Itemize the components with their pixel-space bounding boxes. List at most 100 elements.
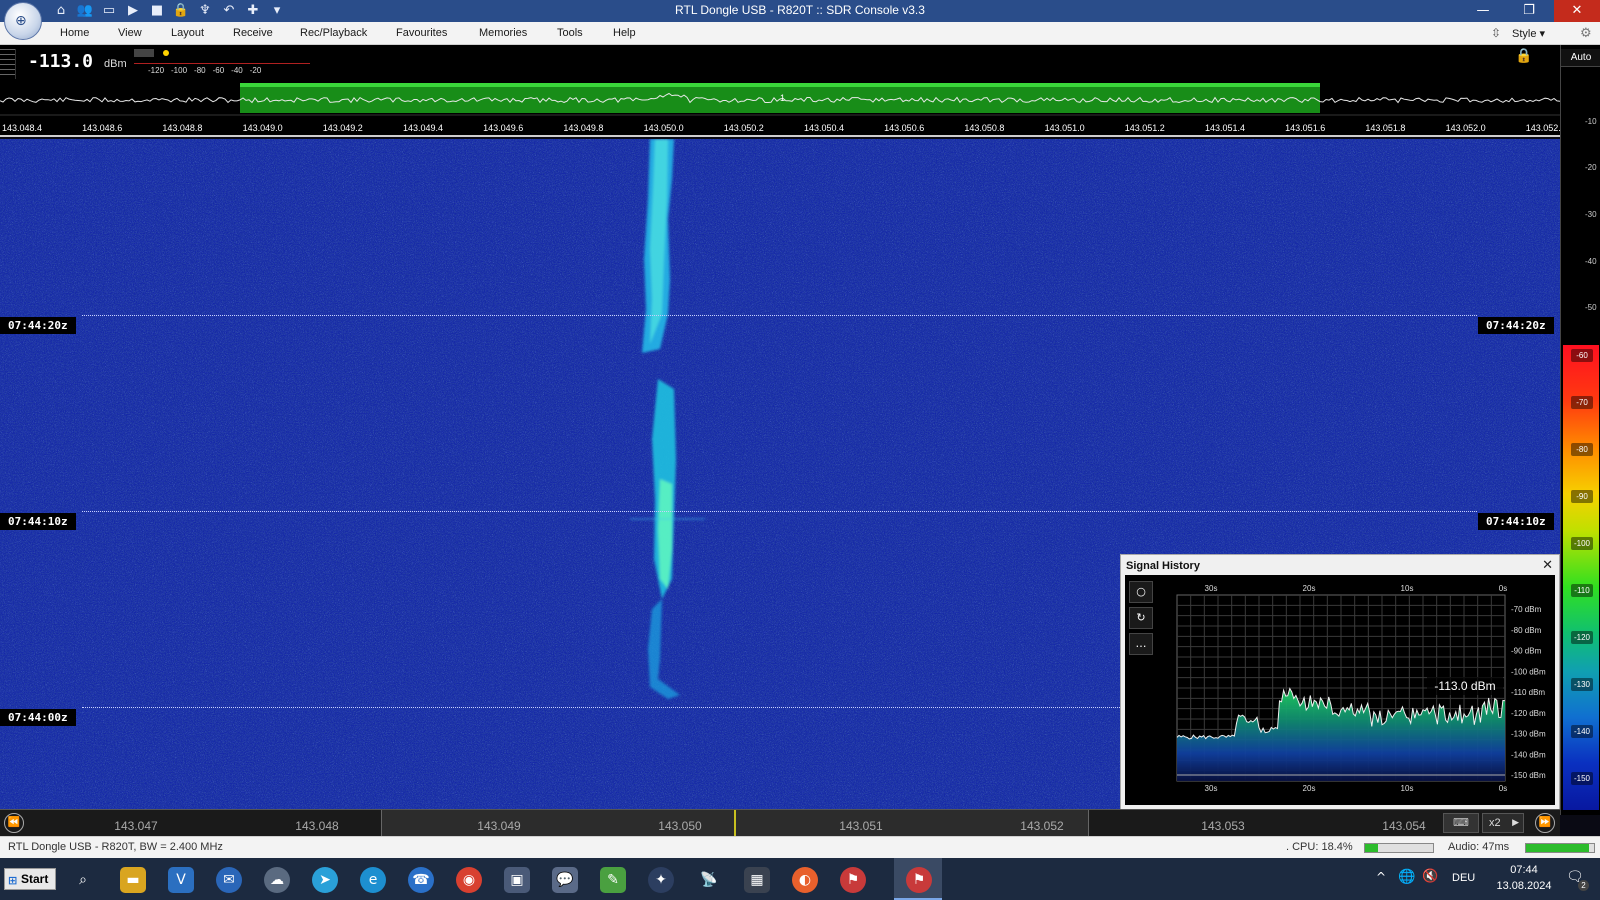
zoom-selector[interactable]: x2 ▶ bbox=[1482, 813, 1524, 833]
navigator-left-button[interactable]: ⏪ bbox=[4, 813, 24, 833]
phone-icon[interactable]: ☎ bbox=[408, 867, 434, 893]
audio-status: Audio: 47ms bbox=[1448, 841, 1510, 853]
minimize-button[interactable]: — bbox=[1460, 0, 1506, 22]
style-label: Style bbox=[1512, 28, 1537, 40]
frequency-label: 143.048.8 bbox=[162, 123, 203, 133]
reset-tool-icon[interactable]: ↻ bbox=[1129, 607, 1153, 629]
tray-expand-icon[interactable]: ^ bbox=[1376, 870, 1386, 884]
colorbar-label: -140 bbox=[1571, 725, 1593, 738]
padlock-icon[interactable]: 🔒 bbox=[1515, 48, 1532, 64]
menu-tools[interactable]: Tools bbox=[557, 27, 583, 39]
frequency-label: 143.049.6 bbox=[483, 123, 524, 133]
colorbar-label: -70 bbox=[1571, 396, 1593, 409]
sdr-icon[interactable]: ⚑ bbox=[840, 867, 866, 893]
search-icon[interactable]: ⌕ bbox=[70, 867, 96, 893]
y-axis-label: -100 dBm bbox=[1511, 667, 1546, 676]
restore-button[interactable]: ❐ bbox=[1506, 0, 1552, 22]
menu-layout[interactable]: Layout bbox=[171, 27, 204, 39]
language-indicator[interactable]: DEU bbox=[1452, 872, 1475, 884]
start-button[interactable]: ⊞ Start bbox=[4, 868, 56, 890]
style-dropdown[interactable]: Style ▾ bbox=[1512, 27, 1545, 40]
colorbar-label: -120 bbox=[1571, 631, 1593, 644]
navigator-center-marker bbox=[734, 810, 736, 837]
settings-gear-icon[interactable]: ⚙ bbox=[1580, 26, 1592, 41]
vs-code-icon[interactable]: V bbox=[168, 867, 194, 893]
dbm-scale: Auto -10 -20 -30 -40 -50 -60 -70 -80 -90… bbox=[1560, 45, 1600, 815]
navigator-freq-label: 143.052 bbox=[1020, 819, 1064, 833]
firefox-icon[interactable]: ◐ bbox=[792, 867, 818, 893]
signal-history-close-button[interactable]: ✕ bbox=[1542, 558, 1553, 573]
audio-meter-fill bbox=[1526, 844, 1589, 852]
spectrum-display[interactable]: 1 bbox=[0, 81, 1560, 119]
sdr-active-icon[interactable]: ⚑ bbox=[906, 867, 932, 893]
radio-icon[interactable]: 📡 bbox=[696, 867, 722, 893]
menu-memories[interactable]: Memories bbox=[479, 27, 527, 39]
clock-time[interactable]: 07:44 bbox=[1486, 864, 1562, 876]
frequency-label: 143.048.4 bbox=[1, 123, 43, 133]
explorer-icon[interactable]: ▬ bbox=[120, 867, 146, 893]
thunderbird-icon[interactable]: ✉ bbox=[216, 867, 242, 893]
x-axis-label: 0s bbox=[1499, 584, 1507, 593]
audio-meter bbox=[1525, 843, 1595, 853]
close-button[interactable]: ✕ bbox=[1554, 0, 1600, 22]
clock-date[interactable]: 13.08.2024 bbox=[1486, 880, 1562, 892]
meter-side-ticks bbox=[0, 49, 16, 79]
start-label: Start bbox=[21, 872, 49, 886]
screen-icon[interactable]: ▦ bbox=[744, 867, 770, 893]
zoom-value: x2 bbox=[1489, 817, 1501, 829]
window-title: RTL Dongle USB - R820T :: SDR Console v3… bbox=[675, 3, 925, 17]
notepad-icon[interactable]: ✎ bbox=[600, 867, 626, 893]
record-tool-icon[interactable]: ○ bbox=[1129, 581, 1153, 603]
navigator-right-button[interactable]: ⏩ bbox=[1535, 813, 1555, 833]
menu-home[interactable]: Home bbox=[60, 27, 89, 39]
timestamp-left: 07:44:00z bbox=[0, 709, 76, 726]
y-axis-label: -80 dBm bbox=[1511, 626, 1542, 635]
y-axis-label: -90 dBm bbox=[1511, 647, 1542, 656]
speaker-muted-icon[interactable]: 🔇 bbox=[1422, 869, 1438, 884]
cpu-status: . CPU: 18.4% bbox=[1286, 841, 1353, 853]
menu-receive[interactable]: Receive bbox=[233, 27, 273, 39]
chrome-icon[interactable]: ◉ bbox=[456, 867, 482, 893]
cpu-meter bbox=[1364, 843, 1434, 853]
passband-top-edge bbox=[240, 83, 1320, 87]
auto-scale-button[interactable]: Auto bbox=[1561, 49, 1600, 67]
y-axis-label: -110 dBm bbox=[1511, 688, 1545, 697]
signal-history-chart: -70 dBm -80 dBm -90 dBm -100 dBm -110 dBm -12… bbox=[1176, 584, 1546, 793]
passband-label: 1 bbox=[780, 93, 785, 103]
frequency-label: 143.050.2 bbox=[723, 123, 764, 133]
menu-favourites[interactable]: Favourites bbox=[396, 27, 447, 39]
y-axis-label: -130 dBm bbox=[1511, 730, 1546, 739]
frequency-ruler[interactable]: 143.048.4 143.048.6 143.048.8 143.049.0 143.… bbox=[0, 119, 1566, 137]
network-globe-icon[interactable]: 🌐 bbox=[1398, 869, 1415, 885]
waterfall-color-bar[interactable]: -60 -70 -80 -90 -100 -110 -120 -130 -140… bbox=[1563, 345, 1599, 810]
menu-help[interactable]: Help bbox=[613, 27, 636, 39]
frequency-label: 143.051.4 bbox=[1204, 123, 1246, 133]
menu-rec-playback[interactable]: Rec/Playback bbox=[300, 27, 367, 39]
frequency-label: 143.049.4 bbox=[402, 123, 444, 133]
frequency-label: 143.050.0 bbox=[643, 123, 684, 133]
style-icon[interactable]: ⇳ bbox=[1491, 26, 1501, 40]
edge-icon[interactable]: e bbox=[360, 867, 386, 893]
frequency-navigator[interactable]: ⏪ 143.047 143.048 143.049 143.050 143.05… bbox=[0, 809, 1560, 837]
timestamp-left: 07:44:10z bbox=[0, 513, 76, 530]
weather-icon[interactable]: ☁ bbox=[264, 867, 290, 893]
chat-icon[interactable]: 💬 bbox=[552, 867, 578, 893]
keyboard-icon[interactable]: ⌨ bbox=[1443, 813, 1479, 833]
timestamp-right: 07:44:20z bbox=[1478, 317, 1554, 334]
y-axis-label: -120 dBm bbox=[1511, 709, 1546, 718]
dbm-scale-label: -40 bbox=[1585, 257, 1597, 266]
title-bar: ⌂ 👥 ▭ ▶ ■ 🔒 ♆ ↶ ✚ ▾ RTL Dongle USB - R82… bbox=[0, 0, 1600, 22]
colorbar-label: -130 bbox=[1571, 678, 1593, 691]
satellite-icon[interactable]: ✦ bbox=[648, 867, 674, 893]
colorbar-label: -90 bbox=[1571, 490, 1593, 503]
telegram-icon[interactable]: ➤ bbox=[312, 867, 338, 893]
cpu-meter-fill bbox=[1365, 844, 1378, 852]
navigator-freq-label: 143.047 bbox=[114, 819, 158, 833]
menu-view[interactable]: View bbox=[118, 27, 142, 39]
application-menu-button[interactable]: ⊕ bbox=[4, 2, 42, 40]
timestamp-right: 07:44:10z bbox=[1478, 513, 1554, 530]
more-tool-icon[interactable]: … bbox=[1129, 633, 1153, 655]
frequency-label: 143.048.6 bbox=[82, 123, 123, 133]
network-icon[interactable]: ▣ bbox=[504, 867, 530, 893]
windows-logo-icon: ⊞ bbox=[8, 874, 18, 887]
